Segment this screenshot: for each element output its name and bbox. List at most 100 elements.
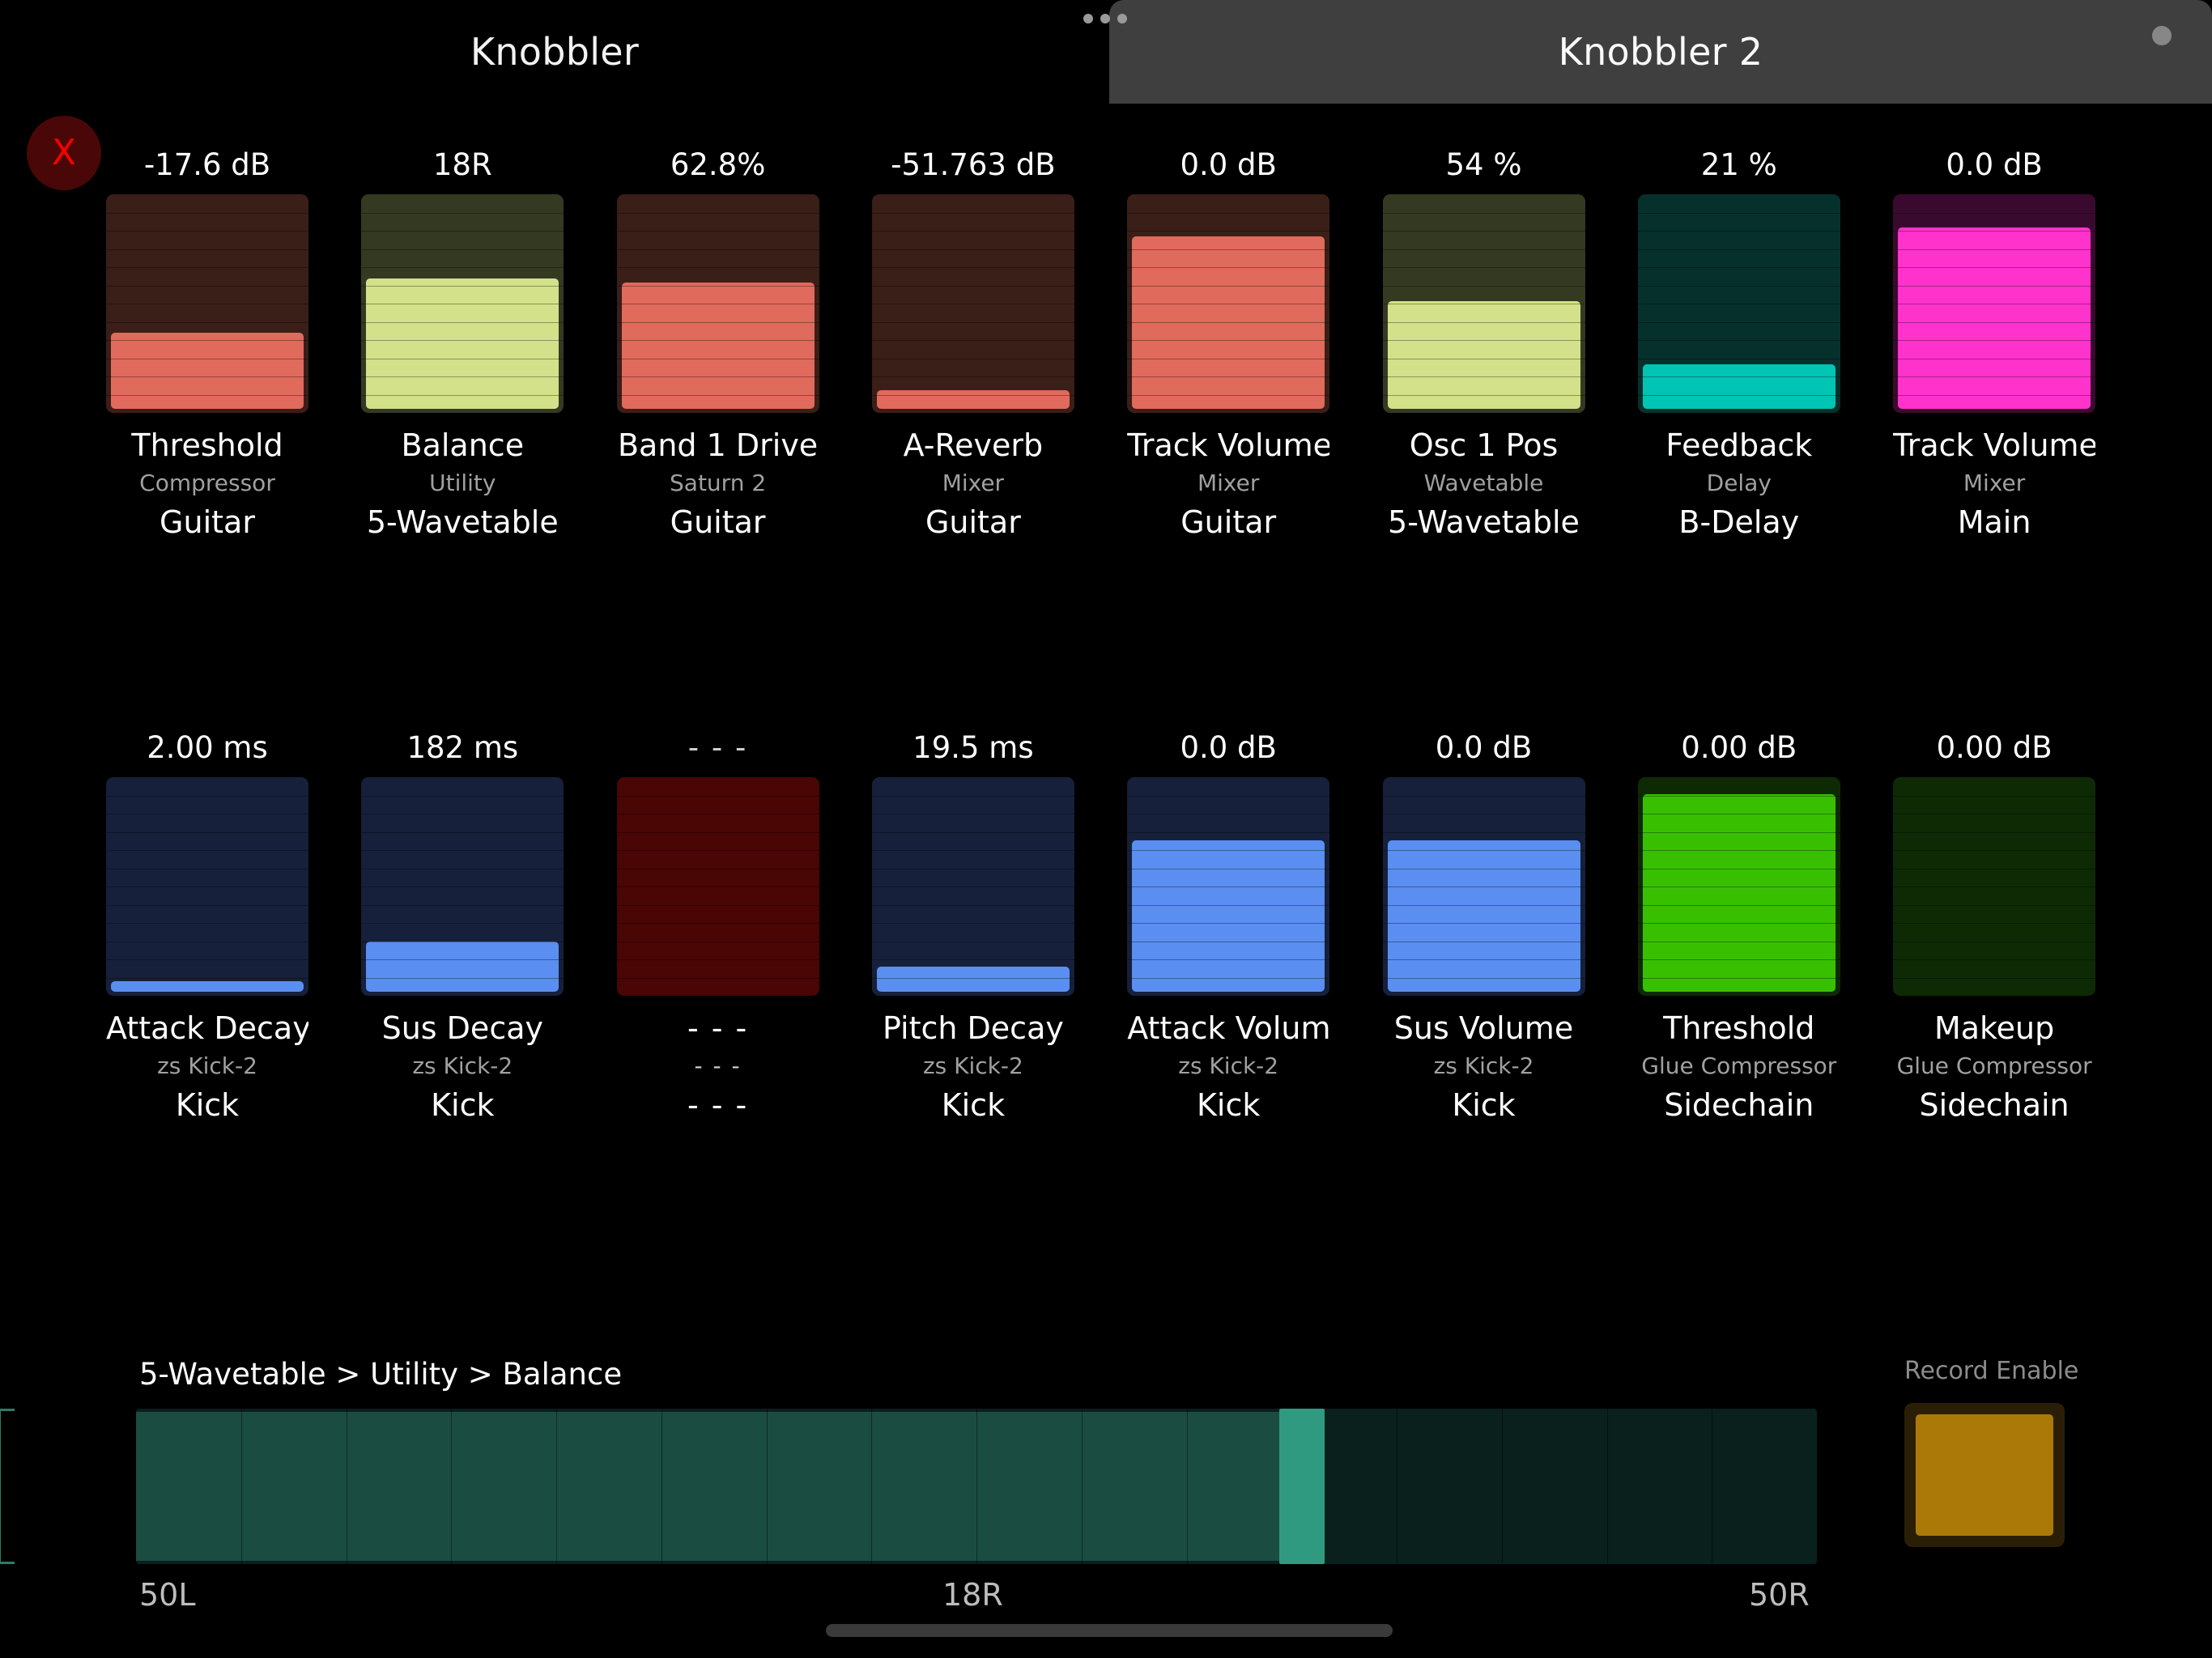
- gridline: [361, 249, 564, 250]
- slider-divider: [556, 1409, 557, 1564]
- gridline: [361, 267, 564, 268]
- knob-cell[interactable]: 0.0 dB Track Volume Mixer Main: [1893, 136, 2096, 540]
- knob-track-name: Kick: [1197, 1087, 1261, 1123]
- tab-knobbler[interactable]: Knobbler: [0, 0, 1109, 104]
- knob-cell[interactable]: -51.763 dB A-Reverb Mixer Guitar: [871, 136, 1074, 540]
- knob-parameter-name: Threshold: [1663, 1010, 1815, 1046]
- home-indicator[interactable]: [826, 1624, 1393, 1637]
- knob-parameter-name: Balance: [401, 427, 525, 463]
- knob-device-name: zs Kick-2: [922, 1052, 1023, 1079]
- knob-fill: [876, 967, 1070, 992]
- knob-cell[interactable]: 0.00 dB Threshold Glue Compressor Sidechain: [1637, 719, 1840, 1123]
- knob-track[interactable]: [1127, 777, 1330, 996]
- knob-device-name: Utility: [429, 470, 496, 496]
- bottom-panel: 5-Wavetable > Utility > Balance 50L 18R …: [0, 1320, 2212, 1658]
- gridline: [1382, 796, 1585, 797]
- knob-cell[interactable]: 54 % Osc 1 Pos Wavetable 5-Wavetable: [1382, 136, 1585, 540]
- tab-bar: Knobbler Knobbler 2: [0, 0, 2212, 104]
- knob-cell[interactable]: 0.0 dB Sus Volume zs Kick-2 Kick: [1382, 719, 1585, 1123]
- knob-device-name: zs Kick-2: [1178, 1052, 1279, 1079]
- gridline: [871, 249, 1074, 250]
- knob-track[interactable]: [1893, 777, 2096, 996]
- knob-track[interactable]: [1382, 777, 1585, 996]
- knob-device-name: Saturn 2: [670, 470, 767, 496]
- gridline: [616, 796, 819, 797]
- knob-cell[interactable]: 2.00 ms Attack Decay zs Kick-2 Kick: [106, 719, 308, 1123]
- knob-track[interactable]: [871, 194, 1074, 413]
- gridline: [616, 249, 819, 250]
- knob-track[interactable]: [1382, 194, 1585, 413]
- breadcrumb: 5-Wavetable > Utility > Balance: [139, 1357, 623, 1392]
- knob-track[interactable]: [361, 777, 564, 996]
- knob-cell[interactable]: 19.5 ms Pitch Decay zs Kick-2 Kick: [871, 719, 1074, 1123]
- gridline: [1893, 959, 2096, 960]
- knob-cell[interactable]: 0.00 dB Makeup Glue Compressor Sidechain: [1893, 719, 2096, 1123]
- knob-track[interactable]: [1637, 777, 1840, 996]
- gridline: [871, 340, 1074, 341]
- gridline: [106, 923, 308, 924]
- gridline: [1382, 267, 1585, 268]
- gridline: [361, 213, 564, 214]
- slider-handle[interactable]: [1279, 1409, 1325, 1564]
- knob-value: 0.00 dB: [1936, 730, 2052, 765]
- tab-knobbler-2[interactable]: Knobbler 2: [1109, 0, 2212, 104]
- gridline: [616, 231, 819, 232]
- knob-value: 62.8%: [670, 147, 766, 182]
- knob-track-name: Sidechain: [1664, 1087, 1814, 1123]
- knob-track[interactable]: [616, 194, 819, 413]
- gridline: [1382, 832, 1585, 833]
- gridline: [1127, 213, 1330, 214]
- parameter-slider[interactable]: [136, 1409, 1817, 1564]
- knob-value: 0.00 dB: [1681, 730, 1797, 765]
- knob-track[interactable]: [106, 777, 308, 996]
- tab-status-dot-icon: [2152, 26, 2172, 45]
- slider-divider: [661, 1409, 662, 1564]
- gridline: [106, 322, 308, 323]
- knob-value: 0.0 dB: [1180, 147, 1277, 182]
- knob-fill: [1387, 301, 1580, 409]
- knob-parameter-name: Attack Decay: [106, 1010, 308, 1046]
- knob-parameter-name: Makeup: [1933, 1010, 2055, 1046]
- knob-device-name: zs Kick-2: [1433, 1052, 1534, 1079]
- record-enable-group: Record Enable: [1904, 1357, 2091, 1547]
- knob-cell[interactable]: 0.0 dB Track Volume Mixer Guitar: [1127, 136, 1330, 540]
- knob-track[interactable]: [1637, 194, 1840, 413]
- knob-cell[interactable]: -17.6 dB Threshold Compressor Guitar: [106, 136, 308, 540]
- knob-fill: [1642, 364, 1836, 409]
- gridline: [361, 923, 564, 924]
- gridline: [106, 213, 308, 214]
- gridline: [616, 832, 819, 833]
- knob-track-name: Kick: [941, 1087, 1006, 1123]
- knob-track-name: Kick: [175, 1087, 240, 1123]
- gridline: [106, 796, 308, 797]
- knob-fill: [1387, 840, 1580, 992]
- knob-track-name: Guitar: [160, 504, 255, 540]
- knob-parameter-name: Pitch Decay: [882, 1010, 1064, 1046]
- gridline: [106, 886, 308, 887]
- knob-cell[interactable]: 182 ms Sus Decay zs Kick-2 Kick: [361, 719, 564, 1123]
- knob-cell[interactable]: 18R Balance Utility 5-Wavetable: [361, 136, 564, 540]
- dot-icon: [1100, 14, 1110, 23]
- knob-cell[interactable]: 62.8% Band 1 Drive Saturn 2 Guitar: [616, 136, 819, 540]
- knob-track-name: Sidechain: [1919, 1087, 2069, 1123]
- knob-track[interactable]: [1893, 194, 2096, 413]
- gridline: [1127, 832, 1330, 833]
- record-enable-button[interactable]: [1904, 1403, 2065, 1547]
- slider-track[interactable]: [136, 1409, 1817, 1564]
- knob-track[interactable]: [361, 194, 564, 413]
- knob-cell[interactable]: - - - - - - - - - - - -: [616, 719, 819, 1123]
- gridline: [106, 978, 308, 979]
- gridline: [871, 796, 1074, 797]
- knob-track[interactable]: [106, 194, 308, 413]
- gridline: [361, 832, 564, 833]
- knob-track[interactable]: [616, 777, 819, 996]
- knob-parameter-name: Sus Volume: [1393, 1010, 1574, 1046]
- knob-cell[interactable]: 0.0 dB Attack Volume zs Kick-2 Kick: [1127, 719, 1330, 1123]
- more-options-icon[interactable]: [1083, 14, 1127, 23]
- knob-track[interactable]: [1127, 194, 1330, 413]
- knob-track[interactable]: [871, 777, 1074, 996]
- gridline: [616, 978, 819, 979]
- knob-cell[interactable]: 21 % Feedback Delay B-Delay: [1637, 136, 1840, 540]
- knob-fill: [111, 981, 304, 992]
- knob-fill: [366, 278, 559, 409]
